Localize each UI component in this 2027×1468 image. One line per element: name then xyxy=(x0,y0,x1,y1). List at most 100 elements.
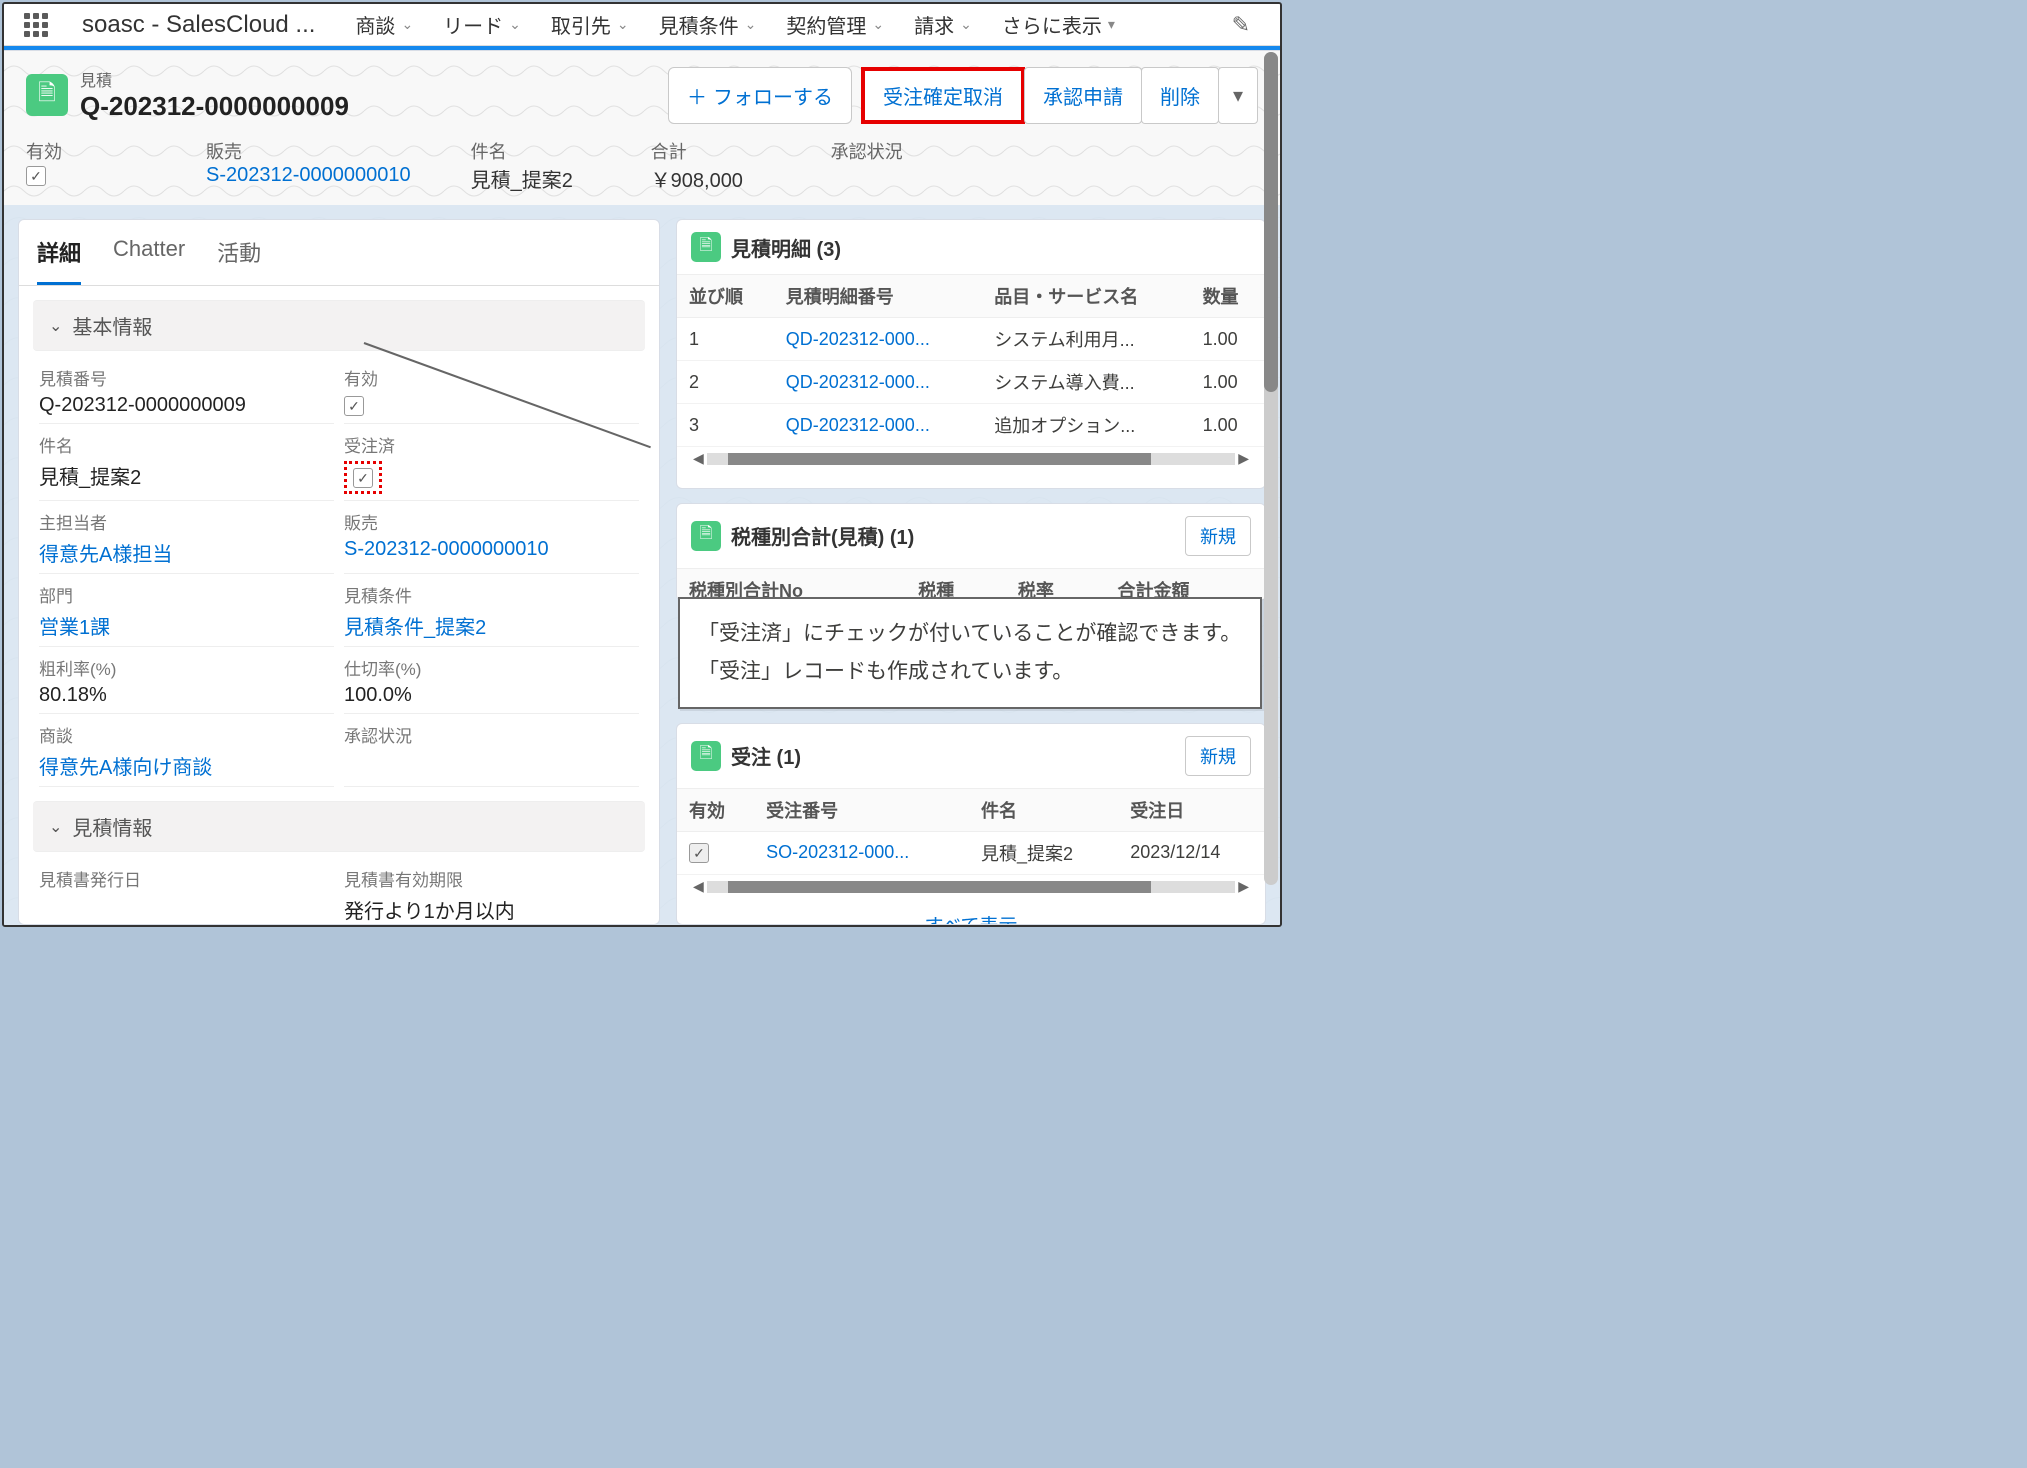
quote-lines-card: 🗎 見積明細 (3) 並び順 見積明細番号 品目・サービス名 数量 1QD-202… xyxy=(676,219,1266,489)
submit-approval-button[interactable]: 承認申請 xyxy=(1024,67,1142,124)
total-label: 合計 xyxy=(651,138,771,164)
record-name: Q-202312-0000000009 xyxy=(80,91,349,122)
order-col-active: 有効 xyxy=(677,788,754,831)
quote-object-icon: 🗎 xyxy=(26,74,68,116)
approval-label: 承認状況 xyxy=(831,138,951,164)
section-basic-header[interactable]: ⌄基本情報 xyxy=(33,300,645,351)
nav-tab-contract[interactable]: 契約管理⌄ xyxy=(786,10,884,39)
caret-down-icon: ▾ xyxy=(1233,85,1243,107)
order-card: 🗎受注 (1)新規 有効 受注番号 件名 受注日 ✓ SO-202312-000… xyxy=(676,723,1266,925)
follow-button[interactable]: ＋フォローする xyxy=(668,67,852,124)
dept-field-link[interactable]: 営業1課 xyxy=(39,607,334,640)
contact-field-label: 主担当者 xyxy=(39,509,334,534)
nav-tab-quote-condition[interactable]: 見積条件⌄ xyxy=(659,10,757,39)
tax-new-button[interactable]: 新規 xyxy=(1185,516,1251,556)
checkbox-checked-icon: ✓ xyxy=(689,843,709,863)
order-col-no: 受注番号 xyxy=(754,788,969,831)
sales-field-link[interactable]: S-202312-0000000010 xyxy=(344,534,639,561)
subject-value: 見積_提案2 xyxy=(471,164,591,193)
lines-col-order: 並び順 xyxy=(677,275,774,318)
ordered-field-label: 受注済 xyxy=(344,432,639,457)
table-row[interactable]: ✓ SO-202312-000... 見積_提案2 2023/12/14 xyxy=(677,831,1265,874)
lines-col-qty: 数量 xyxy=(1191,275,1265,318)
active-field-label: 有効 xyxy=(344,365,639,390)
nav-tab-billing[interactable]: 請求⌄ xyxy=(914,10,972,39)
cancel-order-confirm-button[interactable]: 受注確定取消 xyxy=(861,67,1025,124)
quote-no-label: 見積番号 xyxy=(39,365,334,390)
gross-field-value: 80.18% xyxy=(39,680,334,707)
tab-activity[interactable]: 活動 xyxy=(217,220,261,285)
tab-chatter[interactable]: Chatter xyxy=(113,220,185,285)
lines-col-item: 品目・サービス名 xyxy=(982,275,1190,318)
margin-field-label: 仕切率(%) xyxy=(344,655,639,680)
table-row[interactable]: 2QD-202312-000...システム導入費...1.00 xyxy=(677,361,1265,404)
tax-card-title: 税種別合計(見積) (1) xyxy=(731,521,1175,550)
margin-field-value: 100.0% xyxy=(344,680,639,707)
subject-field-value: 見積_提案2 xyxy=(39,457,334,490)
sales-label: 販売 xyxy=(206,138,411,164)
tab-detail[interactable]: 詳細 xyxy=(37,220,81,285)
detail-panel: 詳細 Chatter 活動 ⌄基本情報 見積番号Q-202312-0000000… xyxy=(18,219,660,925)
contact-field-link[interactable]: 得意先A様担当 xyxy=(39,534,334,567)
edit-nav-icon[interactable]: ✎ xyxy=(1232,12,1250,38)
quote-no-value: Q-202312-0000000009 xyxy=(39,390,334,417)
callout-line1: 「受注済」にチェックが付いていることが確認できます。 xyxy=(698,615,1242,653)
active-label: 有効 xyxy=(26,138,146,164)
gross-field-label: 粗利率(%) xyxy=(39,655,334,680)
record-title: 🗎 見積 Q-202312-0000000009 xyxy=(26,67,349,122)
record-actions: ＋フォローする 受注確定取消 承認申請 削除 ▾ xyxy=(669,67,1258,124)
delete-button[interactable]: 削除 xyxy=(1141,67,1219,124)
nav-tab-lead[interactable]: リード⌄ xyxy=(443,10,521,39)
nav-tab-account[interactable]: 取引先⌄ xyxy=(551,10,629,39)
order-col-date: 受注日 xyxy=(1118,788,1265,831)
subject-field-label: 件名 xyxy=(39,432,334,457)
nav-tab-more[interactable]: さらに表示▾ xyxy=(1002,10,1115,39)
chevron-down-icon: ⌄ xyxy=(49,316,62,336)
vertical-scrollbar[interactable] xyxy=(1264,52,1278,885)
tax-icon: 🗎 xyxy=(691,521,721,551)
order-view-all-link[interactable]: すべて表示 xyxy=(677,899,1265,925)
lines-table: 並び順 見積明細番号 品目・サービス名 数量 1QD-202312-000...… xyxy=(677,274,1265,447)
qcond-field-label: 見積条件 xyxy=(344,582,639,607)
horizontal-scrollbar[interactable] xyxy=(707,881,1235,893)
qcond-field-link[interactable]: 見積条件_提案2 xyxy=(344,607,639,640)
table-row[interactable]: 3QD-202312-000...追加オプション...1.00 xyxy=(677,404,1265,447)
app-launcher-icon[interactable] xyxy=(24,13,48,37)
section-quoteinfo-header[interactable]: ⌄見積情報 xyxy=(33,801,645,852)
nav-tab-opportunity[interactable]: 商談⌄ xyxy=(355,10,413,39)
tax-summary-card: 🗎 税種別合計(見積) (1) 新規 税種別合計No 税種 税率 合計金額 xyxy=(676,503,1266,601)
chevron-down-icon: ⌄ xyxy=(872,16,884,33)
total-value: ￥908,000 xyxy=(651,164,771,193)
detail-tabs: 詳細 Chatter 活動 xyxy=(19,220,659,286)
active-value: ✓ xyxy=(26,164,146,187)
lines-card-title: 見積明細 (3) xyxy=(731,233,1251,262)
chevron-down-icon: ⌄ xyxy=(401,16,413,33)
order-new-button[interactable]: 新規 xyxy=(1185,736,1251,776)
dept-field-label: 部門 xyxy=(39,582,334,607)
record-header-panel: 🗎 見積 Q-202312-0000000009 ＋フォローする 受注確定取消 … xyxy=(4,50,1280,205)
sales-field-label: 販売 xyxy=(344,509,639,534)
lines-view-all-link[interactable]: すべて表示 xyxy=(677,471,1265,489)
ordered-field-value: ✓ xyxy=(344,457,639,494)
opp-field-label: 商談 xyxy=(39,722,334,747)
expiry-label: 見積書有効期限 xyxy=(344,866,639,891)
order-table: 有効 受注番号 件名 受注日 ✓ SO-202312-000... 見積_提案2… xyxy=(677,788,1265,875)
issue-date-label: 見積書発行日 xyxy=(39,866,334,891)
lines-icon: 🗎 xyxy=(691,232,721,262)
checkbox-checked-icon: ✓ xyxy=(26,166,46,186)
horizontal-scrollbar[interactable] xyxy=(707,453,1235,465)
table-row[interactable]: 1QD-202312-000...システム利用月...1.00 xyxy=(677,318,1265,361)
sales-link[interactable]: S-202312-0000000010 xyxy=(206,164,411,187)
approval-field-value xyxy=(344,747,639,751)
more-actions-button[interactable]: ▾ xyxy=(1218,67,1258,124)
lines-col-no: 見積明細番号 xyxy=(774,275,982,318)
chevron-down-icon: ⌄ xyxy=(617,16,629,33)
plus-icon: ＋ xyxy=(687,87,707,109)
record-summary-fields: 有効✓ 販売S-202312-0000000010 件名見積_提案2 合計￥90… xyxy=(26,124,1258,205)
chevron-down-icon: ⌄ xyxy=(745,16,757,33)
tax-col-amount: 合計金額 xyxy=(1106,568,1265,600)
tax-table: 税種別合計No 税種 税率 合計金額 xyxy=(677,568,1265,601)
opp-field-link[interactable]: 得意先A様向け商談 xyxy=(39,747,334,780)
object-label: 見積 xyxy=(80,67,349,91)
expiry-value: 発行より1か月以内 xyxy=(344,891,639,924)
